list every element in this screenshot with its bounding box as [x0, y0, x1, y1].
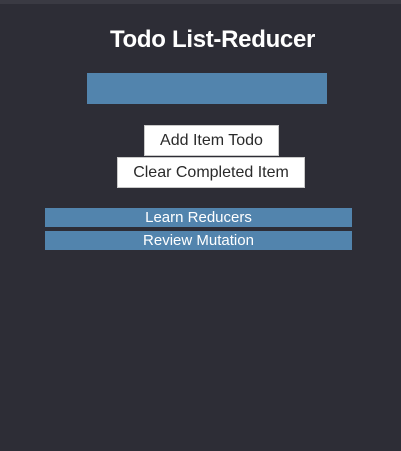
add-item-button[interactable]: Add Item Todo	[144, 125, 279, 156]
page-title: Todo List-Reducer	[109, 26, 316, 53]
clear-completed-button[interactable]: Clear Completed Item	[117, 157, 305, 188]
todo-list: Learn Reducers Review Mutation	[45, 208, 352, 254]
todo-item[interactable]: Learn Reducers	[45, 208, 352, 227]
window-top-bar	[0, 0, 401, 4]
todo-item[interactable]: Review Mutation	[45, 231, 352, 250]
todo-input[interactable]	[87, 73, 327, 104]
